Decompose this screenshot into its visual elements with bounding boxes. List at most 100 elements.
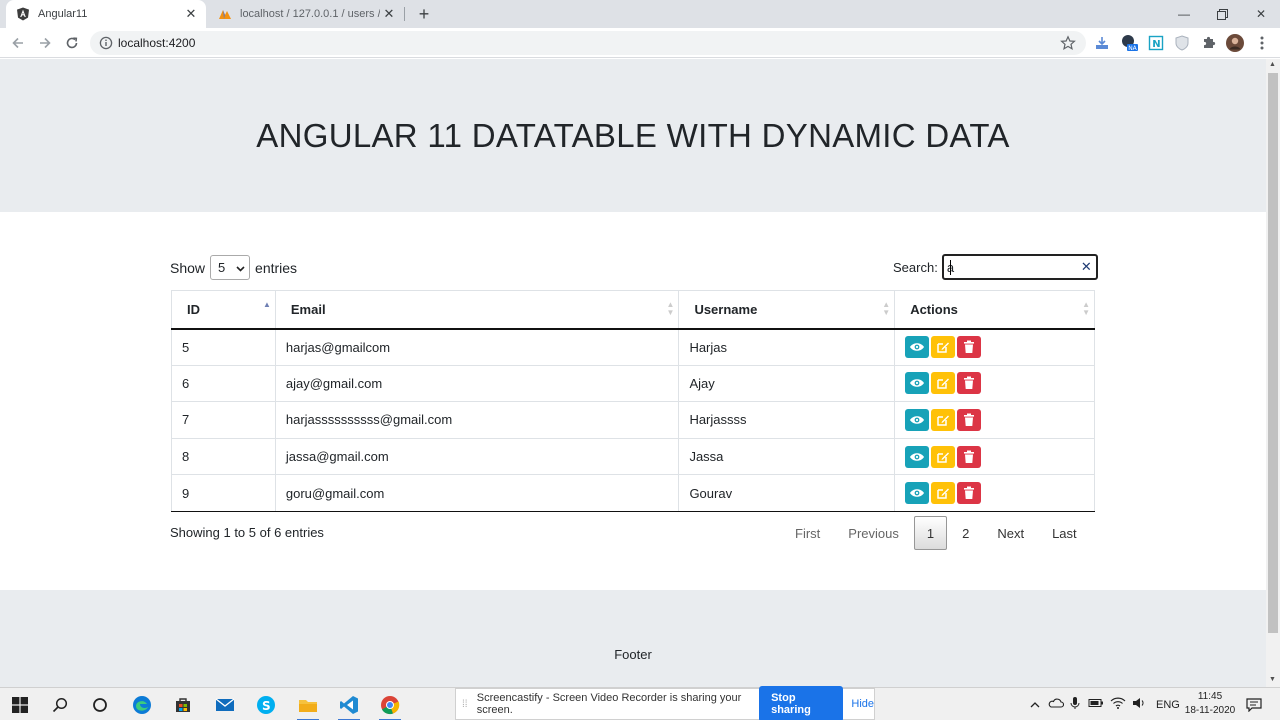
forward-icon[interactable] — [35, 33, 55, 53]
battery-icon[interactable] — [1088, 698, 1104, 711]
scroll-up-icon[interactable]: ▲ — [1269, 61, 1276, 68]
browser-tabstrip: Angular11 ✕ localhost / 127.0.0.1 / user… — [0, 0, 1280, 28]
browser-menu-icon[interactable] — [1253, 34, 1271, 52]
page-previous-button[interactable]: Previous — [835, 516, 912, 550]
url-text: localhost:4200 — [118, 36, 196, 50]
clock-date: 18-11-2020 — [1184, 705, 1236, 716]
profile-avatar-icon[interactable] — [1226, 34, 1244, 52]
clock-time: 11:45 — [1197, 691, 1223, 702]
search-input[interactable]: a ✕ — [941, 254, 1098, 280]
notification-center-icon[interactable] — [1241, 692, 1267, 718]
delete-button[interactable] — [957, 372, 982, 395]
windows-start-icon[interactable] — [7, 692, 33, 718]
volume-icon[interactable] — [1132, 697, 1146, 712]
delete-button[interactable] — [957, 445, 982, 468]
extension-shield-icon[interactable] — [1173, 34, 1191, 52]
extensions-puzzle-icon[interactable] — [1200, 34, 1218, 52]
edit-button[interactable] — [931, 445, 956, 468]
edit-button[interactable] — [931, 408, 956, 431]
view-button[interactable] — [905, 482, 930, 505]
browser-toolbar: localhost:4200 NA N — [0, 28, 1280, 58]
cortana-icon[interactable] — [87, 692, 113, 718]
close-window-icon[interactable]: ✕ — [1242, 0, 1280, 28]
address-bar[interactable]: localhost:4200 — [90, 31, 1086, 55]
trash-icon — [964, 340, 975, 354]
page-last-button[interactable]: Last — [1039, 516, 1090, 550]
stop-sharing-button[interactable]: Stop sharing — [759, 686, 844, 720]
entries-length-select[interactable]: 5 — [210, 255, 251, 280]
column-header-username[interactable]: Username ▲ ▼ — [678, 290, 895, 330]
skype-icon[interactable]: S — [253, 692, 279, 718]
cell-username: Harjas — [678, 328, 895, 366]
entries-length-value: 5 — [218, 260, 226, 275]
search-icon[interactable] — [47, 692, 73, 718]
sort-both-icon: ▲ ▼ — [666, 300, 675, 317]
bookmark-star-icon[interactable] — [1060, 35, 1076, 51]
tab-angular11[interactable]: Angular11 ✕ — [6, 0, 206, 28]
drag-handle-icon[interactable]: ⁞⁞ — [462, 699, 473, 710]
view-button[interactable] — [905, 372, 930, 395]
taskbar-clock[interactable]: 11:45 18-11-2020 — [1180, 690, 1240, 718]
trash-icon — [964, 376, 975, 390]
edit-button[interactable] — [931, 336, 956, 359]
close-tab-icon[interactable]: ✕ — [182, 5, 200, 23]
hide-sharing-bar-button[interactable]: Hide — [851, 698, 874, 710]
store-icon[interactable] — [170, 692, 196, 718]
onedrive-icon[interactable] — [1048, 698, 1065, 711]
page-first-button[interactable]: First — [782, 516, 833, 550]
page-scrollbar[interactable]: ▲ ▼ — [1266, 59, 1280, 687]
extension-profile-na-icon[interactable]: NA — [1120, 34, 1138, 52]
phpmyadmin-favicon-icon — [218, 7, 232, 21]
jumbotron-header: ANGULAR 11 DATATABLE WITH DYNAMIC DATA — [0, 59, 1266, 212]
scrollbar-thumb[interactable] — [1268, 73, 1278, 633]
cell-email: harjassssssssss@gmail.com — [274, 401, 679, 439]
edit-button[interactable] — [931, 482, 956, 505]
mail-icon[interactable] — [212, 692, 238, 718]
clear-search-icon[interactable]: ✕ — [1081, 259, 1092, 275]
scroll-down-icon[interactable]: ▼ — [1269, 676, 1276, 683]
microphone-icon[interactable] — [1070, 696, 1080, 713]
search-label: Search: — [893, 259, 938, 275]
page-1-button[interactable]: 1 — [913, 516, 948, 550]
column-header-actions[interactable]: Actions ▲ ▼ — [894, 290, 1095, 330]
extension-n-icon[interactable]: N — [1147, 34, 1165, 52]
delete-button[interactable] — [957, 482, 982, 505]
tab-title: Angular11 — [38, 8, 88, 20]
input-language[interactable]: ENG — [1156, 699, 1180, 711]
extension-download-icon[interactable] — [1093, 34, 1111, 52]
edit-button[interactable] — [931, 372, 956, 395]
restore-icon[interactable] — [1203, 0, 1241, 28]
page-2-button[interactable]: 2 — [949, 516, 982, 550]
entries-length-control: Show 5 entries — [170, 255, 297, 280]
reload-icon[interactable] — [62, 33, 82, 53]
edge-browser-icon[interactable] — [129, 692, 155, 718]
tray-overflow-chevron-icon[interactable] — [1028, 699, 1042, 711]
back-icon[interactable] — [8, 33, 28, 53]
minimize-icon[interactable]: — — [1165, 0, 1203, 28]
vscode-icon[interactable] — [336, 692, 362, 720]
view-button[interactable] — [905, 445, 930, 468]
cell-id: 6 — [171, 364, 276, 402]
new-tab-icon[interactable]: + — [414, 4, 434, 24]
tab-title: localhost / 127.0.0.1 / users / use — [240, 8, 380, 20]
file-explorer-icon[interactable] — [295, 692, 321, 720]
site-info-icon[interactable] — [99, 36, 113, 50]
wifi-icon[interactable] — [1110, 697, 1126, 712]
page-next-button[interactable]: Next — [984, 516, 1037, 550]
column-header-id[interactable]: ID ▲ — [171, 290, 276, 330]
eye-icon — [910, 416, 925, 424]
sort-both-icon: ▲ ▼ — [1082, 300, 1090, 317]
cell-username: Ajay — [678, 364, 895, 402]
chrome-icon[interactable] — [377, 692, 403, 720]
column-header-email[interactable]: Email ▲ ▼ — [274, 290, 679, 330]
close-tab-icon[interactable]: ✕ — [380, 5, 398, 23]
delete-button[interactable] — [957, 336, 982, 359]
svg-text:N: N — [1152, 39, 1160, 50]
row-actions — [905, 336, 1084, 359]
show-label: Show — [170, 259, 206, 276]
trash-icon — [964, 486, 975, 500]
tab-phpmyadmin[interactable]: localhost / 127.0.0.1 / users / use ✕ — [208, 0, 404, 28]
view-button[interactable] — [905, 336, 930, 359]
delete-button[interactable] — [957, 408, 982, 431]
view-button[interactable] — [905, 408, 930, 431]
